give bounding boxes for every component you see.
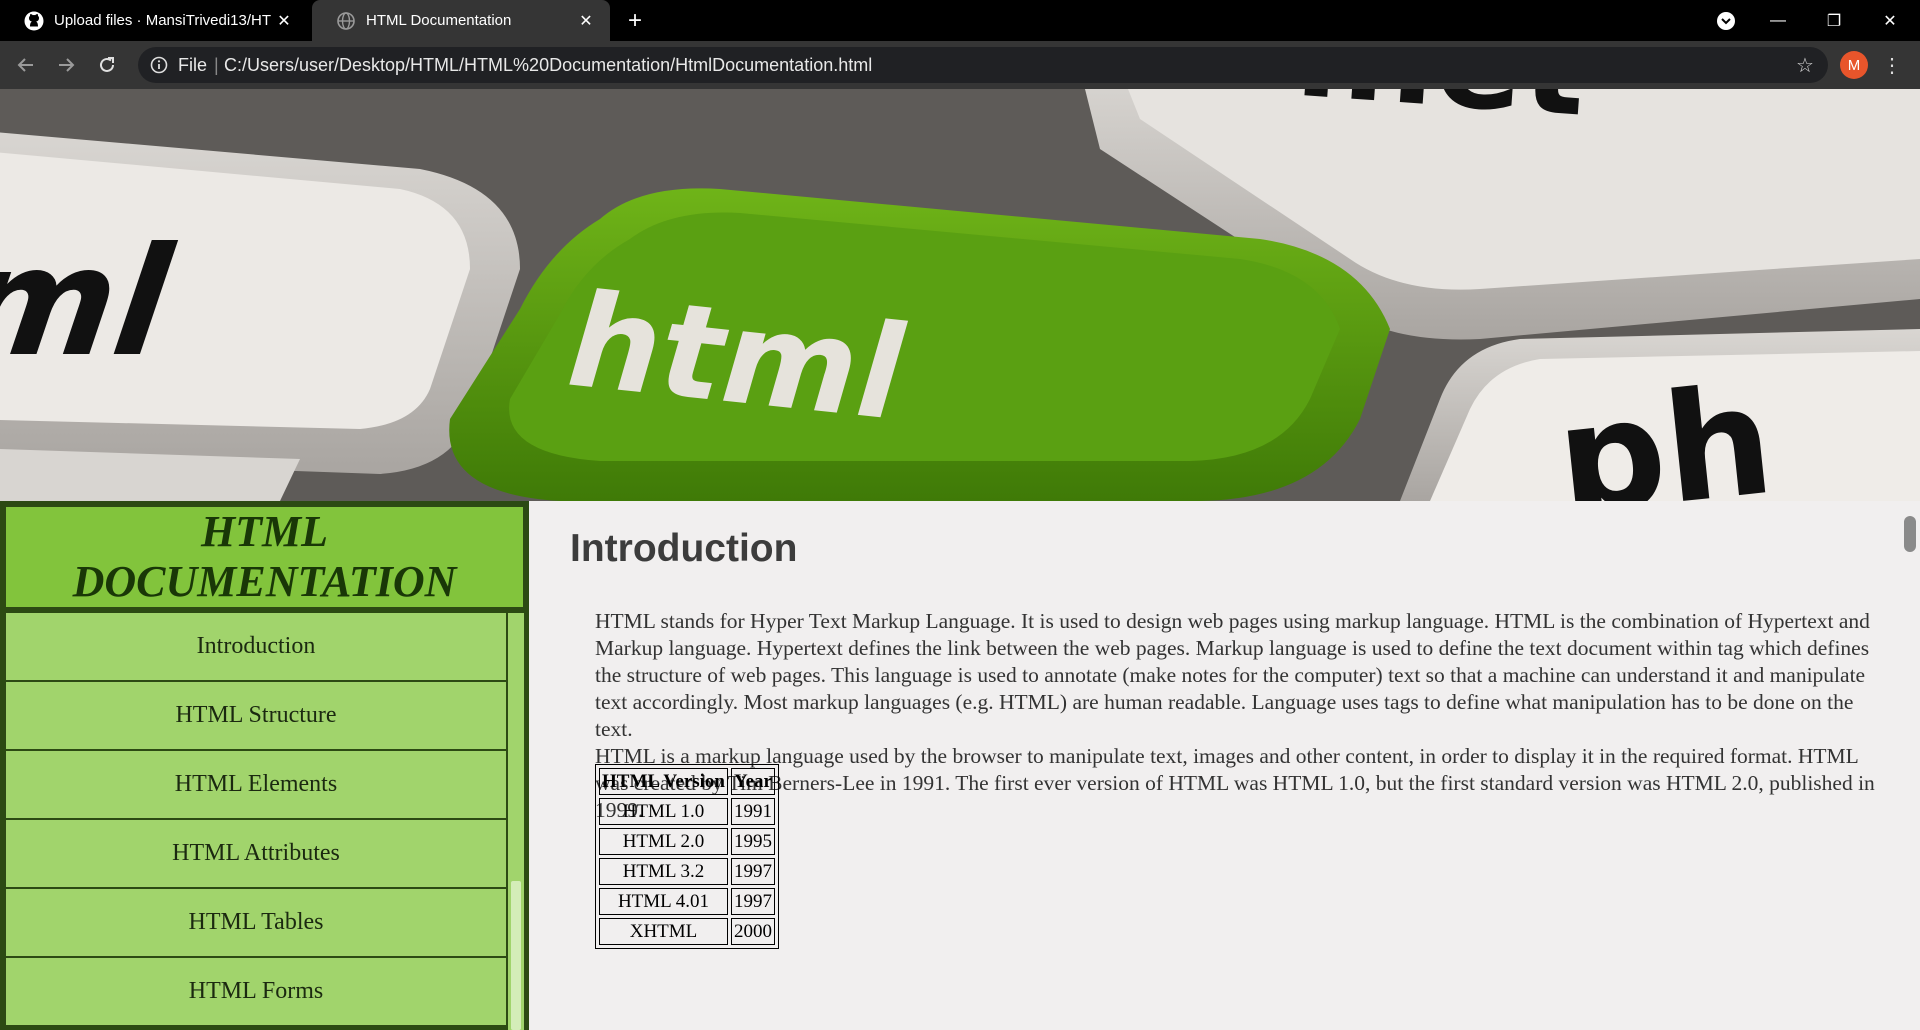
column-header: HTML Version xyxy=(599,768,728,795)
table-cell: 1991 xyxy=(731,798,775,825)
star-icon[interactable]: ☆ xyxy=(1793,53,1817,77)
page-scrollbar-thumb[interactable] xyxy=(1904,516,1916,552)
arrow-right-icon xyxy=(59,58,75,72)
table-cell: 1997 xyxy=(731,888,775,915)
new-tab-button[interactable]: + xyxy=(622,7,648,34)
table-header-row: HTML Version Year xyxy=(599,768,775,795)
key-label-ph: ph xyxy=(1549,354,1780,501)
nav-item-html-tables[interactable]: HTML Tables xyxy=(6,889,506,956)
table-row: HTML 3.2 1997 xyxy=(599,858,775,885)
table-cell: HTML 1.0 xyxy=(599,798,728,825)
reload-icon xyxy=(100,57,114,72)
forward-button[interactable] xyxy=(52,51,80,79)
tab-title: HTML Documentation xyxy=(366,12,512,29)
table-cell: XHTML xyxy=(599,918,728,945)
table-cell: HTML 3.2 xyxy=(599,858,728,885)
table-row: HTML 4.01 1997 xyxy=(599,888,775,915)
address-bar[interactable]: File | C:/Users/user/Desktop/HTML/HTML%2… xyxy=(138,47,1828,83)
github-icon xyxy=(24,11,44,31)
arrow-left-icon xyxy=(17,58,33,72)
table-row: XHTML 2000 xyxy=(599,918,775,945)
minimize-button[interactable]: — xyxy=(1748,0,1808,41)
tab-search-icon[interactable] xyxy=(1696,0,1756,41)
nav-item-html-forms[interactable]: HTML Forms xyxy=(6,958,506,1025)
kebab-menu-icon[interactable]: ⋮ xyxy=(1882,51,1902,79)
table-cell: 1995 xyxy=(731,828,775,855)
nav-item-html-elements[interactable]: HTML Elements xyxy=(6,751,506,818)
back-button[interactable] xyxy=(12,51,40,79)
tab-strip: Upload files · MansiTrivedi13/HTML ✕ HTM… xyxy=(0,0,1920,41)
intro-paragraph: HTML stands for Hyper Text Markup Langua… xyxy=(595,608,1885,824)
table-row: HTML 1.0 1991 xyxy=(599,798,775,825)
reload-button[interactable] xyxy=(93,51,121,79)
url-text[interactable]: C:/Users/user/Desktop/HTML/HTML%20Docume… xyxy=(224,55,872,76)
nav-item-html-attributes[interactable]: HTML Attributes xyxy=(6,820,506,887)
sidebar-scrollbar-thumb[interactable] xyxy=(511,881,521,1030)
page-viewport: ml html .net ph HTML DOCUMENTATION Intro… xyxy=(0,89,1920,1030)
paragraph-text: HTML stands for Hyper Text Markup Langua… xyxy=(595,609,1870,741)
sidebar-heading: HTML DOCUMENTATION xyxy=(6,507,523,607)
version-table: HTML Version Year HTML 1.0 1991 HTML 2.0… xyxy=(595,764,779,949)
table-cell: 1997 xyxy=(731,858,775,885)
key-label-ml: ml xyxy=(0,215,182,390)
tab-upload-files[interactable]: Upload files · MansiTrivedi13/HTML ✕ xyxy=(0,0,308,41)
globe-icon xyxy=(336,11,356,31)
close-window-button[interactable]: ✕ xyxy=(1860,0,1920,41)
main-content: Introduction HTML stands for Hyper Text … xyxy=(529,501,1902,1030)
info-icon[interactable] xyxy=(150,56,168,74)
close-icon[interactable]: ✕ xyxy=(272,9,296,33)
sidebar-heading-line: HTML xyxy=(200,507,329,556)
sidebar: HTML DOCUMENTATION Introduction HTML Str… xyxy=(0,501,529,1030)
file-label: File xyxy=(178,55,208,75)
toolbar: File | C:/Users/user/Desktop/HTML/HTML%2… xyxy=(0,41,1920,89)
nav-item-introduction[interactable]: Introduction xyxy=(6,613,506,680)
tab-html-documentation[interactable]: HTML Documentation ✕ xyxy=(312,0,610,41)
table-cell: HTML 2.0 xyxy=(599,828,728,855)
avatar[interactable]: M xyxy=(1840,51,1868,79)
table-row: HTML 2.0 1995 xyxy=(599,828,775,855)
nav-list: Introduction HTML Structure HTML Element… xyxy=(6,613,506,1027)
tab-title: Upload files · MansiTrivedi13/HTML xyxy=(54,12,272,29)
table-cell: 2000 xyxy=(731,918,775,945)
banner-image: ml html .net ph xyxy=(0,89,1920,501)
url-separator: | xyxy=(214,55,219,75)
restore-button[interactable]: ❐ xyxy=(1804,0,1864,41)
sidebar-heading-line: DOCUMENTATION xyxy=(72,557,457,606)
close-icon[interactable]: ✕ xyxy=(574,9,598,33)
table-cell: HTML 4.01 xyxy=(599,888,728,915)
paragraph-text: HTML is a markup language used by the br… xyxy=(595,744,1875,822)
column-header: Year xyxy=(731,768,775,795)
section-heading: Introduction xyxy=(570,527,798,570)
nav-item-html-structure[interactable]: HTML Structure xyxy=(6,682,506,749)
